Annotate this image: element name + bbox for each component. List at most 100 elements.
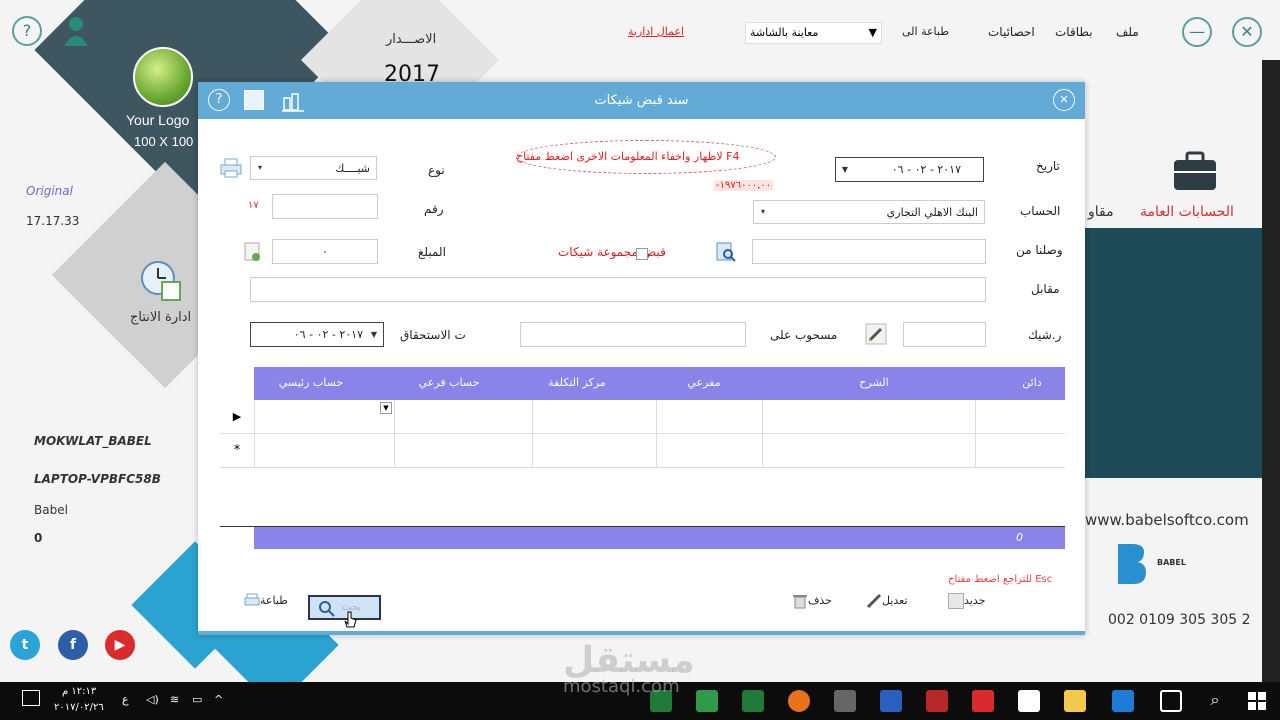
- app-darkred-icon[interactable]: [926, 690, 948, 712]
- delete-button[interactable]: حذف: [788, 593, 832, 609]
- received-from-label: وصلنا من: [1016, 243, 1063, 257]
- app-tools-icon[interactable]: [834, 690, 856, 712]
- grid-cell[interactable]: [975, 434, 1065, 468]
- table-row[interactable]: ▶ ▼: [220, 400, 1065, 434]
- mouse-cursor-icon: [344, 610, 358, 630]
- notification-icon[interactable]: [22, 690, 40, 706]
- app-red-icon[interactable]: [972, 690, 994, 712]
- print-target-value: معاينة بالشاشة: [750, 26, 819, 39]
- search-icon[interactable]: ⌕: [1204, 690, 1226, 712]
- minimize-app-icon[interactable]: —: [1182, 17, 1212, 47]
- new-document-icon: [948, 593, 964, 609]
- general-accounts-label[interactable]: الحسابات العامة: [1140, 204, 1234, 220]
- chevron-down-icon[interactable]: ▼: [838, 160, 852, 179]
- trash-icon: [792, 593, 808, 609]
- new-document-icon[interactable]: [244, 90, 264, 110]
- grid-cell[interactable]: [394, 434, 532, 468]
- received-from-input[interactable]: [752, 239, 986, 264]
- menu-cards[interactable]: بطاقات: [1055, 25, 1093, 39]
- col-main-account[interactable]: حساب رئيسي: [266, 376, 356, 389]
- help-icon[interactable]: ?: [12, 16, 42, 46]
- grid-cell-sub-account[interactable]: [394, 400, 532, 434]
- twitter-icon[interactable]: t: [10, 630, 40, 660]
- date-field[interactable]: ٢٠١٧ - ٠٢ - ٠٦ ▼: [835, 157, 984, 182]
- close-dialog-icon[interactable]: ✕: [1053, 89, 1075, 111]
- youtube-icon[interactable]: ▶: [105, 630, 135, 660]
- menu-admin[interactable]: اعمال ادارية: [628, 25, 684, 38]
- battery-icon[interactable]: ▭: [192, 693, 202, 706]
- facebook-icon[interactable]: f: [58, 630, 88, 660]
- print-target-select[interactable]: معاينة بالشاشة ▼: [745, 22, 882, 44]
- taskbar-date[interactable]: ٢٠١٧/٠٢/٢٦: [54, 702, 104, 713]
- date-label: تاريخ: [1036, 159, 1060, 173]
- drawn-on-input[interactable]: [520, 322, 746, 347]
- close-app-icon[interactable]: ✕: [1232, 17, 1262, 47]
- briefcase-icon[interactable]: [1172, 150, 1218, 192]
- col-sub-account[interactable]: حساب فرعي: [404, 376, 494, 389]
- taskbar: ⌕ ^ ▭ ≋ ◁) ع ١٢:١٣ م ٢٠١٧/٠٢/٢٦ mostaql.…: [0, 676, 1280, 720]
- col-cost-center[interactable]: مركز التكلفة: [532, 376, 622, 389]
- print-button-label: طباعة: [260, 594, 288, 607]
- store-icon[interactable]: [1018, 690, 1040, 712]
- chevron-down-icon[interactable]: ▼: [380, 402, 392, 414]
- col-subbranch[interactable]: مفرعي: [664, 376, 744, 389]
- menu-file[interactable]: ملف: [1116, 25, 1139, 39]
- windows-start-icon[interactable]: [1246, 690, 1268, 712]
- app-green-icon[interactable]: [696, 690, 718, 712]
- edge-icon[interactable]: [1112, 690, 1134, 712]
- chevron-down-icon: ▾: [760, 207, 765, 216]
- esc-hint: للتراجع اضغط مفتاح Esc: [948, 574, 1053, 585]
- table-row-new[interactable]: *: [220, 434, 1065, 468]
- menu-stats[interactable]: احصائيات: [988, 25, 1035, 39]
- due-date-field[interactable]: ٢٠١٧ - ٠٢ - ٠٦ ▼: [250, 322, 384, 347]
- accounts-panel: [1085, 228, 1280, 478]
- grid-cell[interactable]: [762, 434, 975, 468]
- total-bar: 0: [254, 527, 1065, 549]
- firefox-icon[interactable]: [788, 690, 810, 712]
- date-value: ٢٠١٧ - ٠٢ - ٠٦: [891, 163, 961, 176]
- edit-button-label: تعديل: [882, 594, 908, 607]
- grid-cell-main-account[interactable]: ▼: [254, 400, 394, 434]
- type-select[interactable]: شيــــك ▾: [250, 156, 377, 180]
- col-description[interactable]: الشرح: [834, 376, 914, 389]
- edit-pencil-icon[interactable]: [865, 323, 887, 345]
- help-icon[interactable]: ?: [208, 89, 230, 111]
- account-select[interactable]: البنك الاهلي التجاري ▾: [753, 200, 985, 224]
- chevron-down-icon[interactable]: ▼: [367, 325, 381, 344]
- print-button[interactable]: طباعة: [240, 593, 288, 609]
- add-amount-icon[interactable]: [244, 242, 262, 262]
- new-button[interactable]: جديد: [944, 593, 985, 609]
- excel-icon[interactable]: [742, 690, 764, 712]
- grid-cell-cost-center[interactable]: [532, 400, 656, 434]
- grid-cell-subbranch[interactable]: [656, 400, 762, 434]
- watermark: مستقل: [563, 640, 695, 681]
- edit-button[interactable]: تعديل: [862, 593, 908, 609]
- app-blue-icon[interactable]: [880, 690, 902, 712]
- taskbar-time[interactable]: ١٢:١٣ م: [62, 686, 96, 697]
- printer-icon[interactable]: [220, 158, 242, 178]
- volume-icon[interactable]: ◁): [146, 693, 159, 706]
- multi-checks-checkbox[interactable]: [636, 248, 648, 260]
- account-value: البنك الاهلي التجاري: [886, 206, 978, 219]
- against-input[interactable]: [250, 277, 986, 302]
- wifi-icon[interactable]: ≋: [170, 693, 179, 706]
- clock-calendar-icon[interactable]: [140, 260, 182, 302]
- task-view-icon[interactable]: [1160, 690, 1182, 712]
- col-credit[interactable]: دائن: [1002, 376, 1062, 389]
- grid-cell[interactable]: [656, 434, 762, 468]
- check-number-input[interactable]: [903, 322, 986, 347]
- file-explorer-icon[interactable]: [1064, 690, 1086, 712]
- contracts-label[interactable]: مقاو: [1088, 204, 1114, 220]
- number-input[interactable]: [272, 194, 378, 219]
- grid-cell-description[interactable]: [762, 400, 975, 434]
- production-label[interactable]: ادارة الانتاج: [130, 310, 191, 325]
- grid-cell[interactable]: [254, 434, 394, 468]
- amount-input[interactable]: ٠: [272, 239, 378, 264]
- tray-chevron-icon[interactable]: ^: [214, 693, 223, 706]
- grid-cell-credit[interactable]: [975, 400, 1065, 434]
- user-icon[interactable]: [62, 14, 90, 46]
- search-account-icon[interactable]: [716, 242, 736, 262]
- tools-icon[interactable]: [282, 90, 304, 112]
- grid-cell[interactable]: [532, 434, 656, 468]
- language-indicator[interactable]: ع: [122, 693, 129, 706]
